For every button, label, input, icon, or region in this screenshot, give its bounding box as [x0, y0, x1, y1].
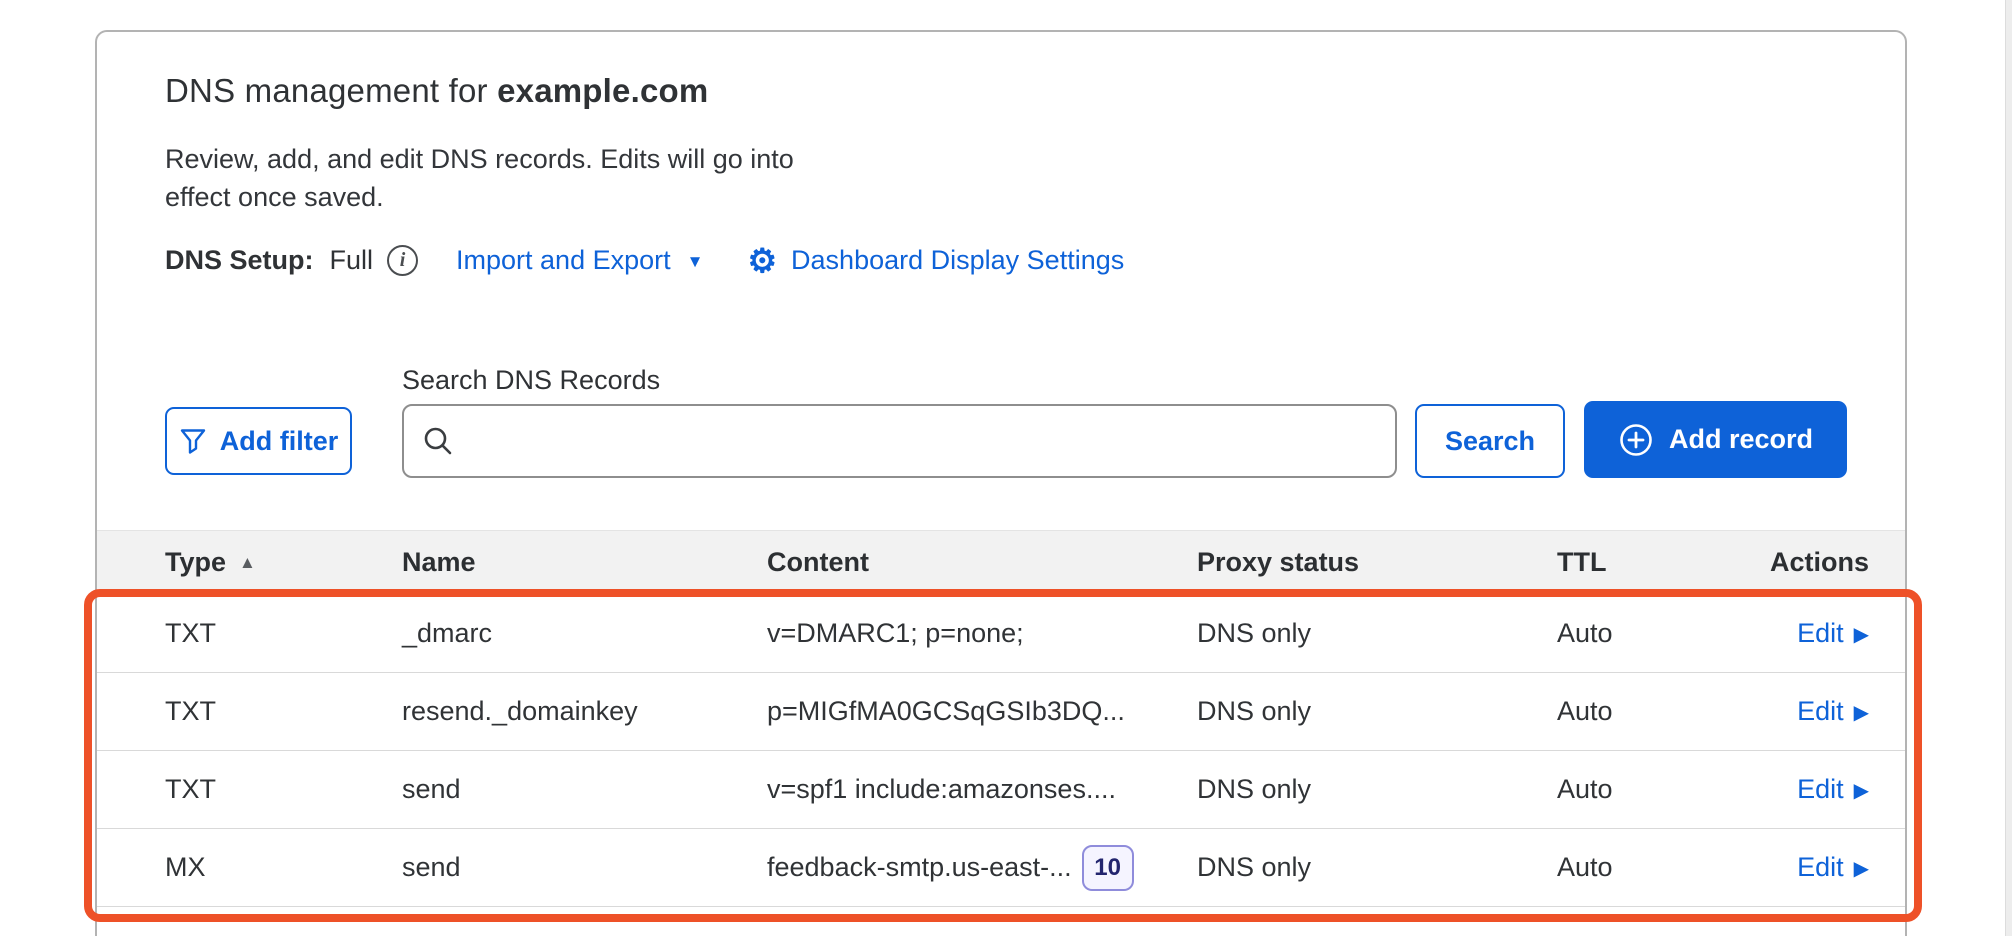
cell-type: MX [97, 852, 402, 883]
column-header-ttl[interactable]: TTL [1557, 547, 1757, 578]
cell-name: _dmarc [402, 618, 767, 649]
dashboard-display-settings-label: Dashboard Display Settings [791, 245, 1124, 276]
page-title-prefix: DNS management for [165, 72, 497, 109]
page-description: Review, add, and edit DNS records. Edits… [165, 140, 830, 217]
chevron-right-icon: ▶ [1854, 700, 1869, 725]
add-record-label: Add record [1669, 424, 1813, 455]
search-icon [422, 425, 454, 457]
column-header-type[interactable]: Type ▲ [97, 547, 402, 578]
table-row-send-txt: TXT send v=spf1 include:amazonses.... DN… [97, 750, 1905, 828]
cell-name: resend._domainkey [402, 696, 767, 727]
plus-circle-icon [1618, 422, 1654, 458]
edit-record-button[interactable]: Edit ▶ [1797, 696, 1869, 727]
sort-asc-icon: ▲ [239, 553, 256, 573]
import-export-label: Import and Export [456, 245, 671, 276]
info-icon[interactable]: i [387, 245, 418, 276]
dns-records-table: Type ▲ Name Content Proxy status TTL Act… [97, 530, 1905, 907]
column-header-proxy-status[interactable]: Proxy status [1197, 547, 1557, 578]
cell-ttl: Auto [1557, 618, 1757, 649]
table-row-send-mx: MX send feedback-smtp.us-east-... 10 DNS… [97, 828, 1905, 906]
cell-proxy-status: DNS only [1197, 852, 1557, 883]
cell-ttl: Auto [1557, 696, 1757, 727]
page-title: DNS management for example.com [165, 72, 708, 110]
cell-name: send [402, 774, 767, 805]
chevron-right-icon: ▶ [1854, 778, 1869, 803]
filter-funnel-icon [179, 427, 207, 455]
cell-content: feedback-smtp.us-east-... [767, 852, 1072, 883]
cell-proxy-status: DNS only [1197, 618, 1557, 649]
cell-content: v=DMARC1; p=none; [767, 618, 1024, 649]
gear-icon: ⚙ [747, 244, 777, 277]
table-row-dmarc: TXT _dmarc v=DMARC1; p=none; DNS only Au… [97, 594, 1905, 672]
cell-type: TXT [97, 774, 402, 805]
search-button[interactable]: Search [1415, 404, 1565, 478]
column-header-name[interactable]: Name [402, 547, 767, 578]
domain-name: example.com [497, 72, 708, 109]
edit-label: Edit [1797, 852, 1844, 883]
mx-priority-badge: 10 [1082, 845, 1134, 891]
add-filter-button[interactable]: Add filter [165, 407, 352, 475]
cell-type: TXT [97, 618, 402, 649]
page-edge-strip [2005, 0, 2012, 936]
edit-record-button[interactable]: Edit ▶ [1797, 852, 1869, 883]
add-filter-label: Add filter [220, 426, 339, 457]
column-header-type-label: Type [165, 547, 226, 578]
cell-proxy-status: DNS only [1197, 774, 1557, 805]
dashboard-display-settings-link[interactable]: ⚙ Dashboard Display Settings [747, 244, 1124, 277]
chevron-right-icon: ▶ [1854, 856, 1869, 881]
table-row-domainkey: TXT resend._domainkey p=MIGfMA0GCSqGSIb3… [97, 672, 1905, 750]
import-export-button[interactable]: Import and Export ▼ [456, 245, 703, 276]
dns-setup-label: DNS Setup: [165, 245, 314, 276]
cell-type: TXT [97, 696, 402, 727]
cell-ttl: Auto [1557, 852, 1757, 883]
search-input[interactable] [466, 426, 1377, 457]
cell-content: p=MIGfMA0GCSqGSIb3DQ... [767, 696, 1125, 727]
dns-management-card: DNS management for example.com Review, a… [95, 30, 1907, 936]
info-icon-glyph: i [400, 249, 406, 272]
search-input-wrapper [402, 404, 1397, 478]
edit-label: Edit [1797, 774, 1844, 805]
dns-setup-row: DNS Setup: Full i Import and Export ▼ ⚙ … [165, 244, 1124, 277]
search-records-label: Search DNS Records [402, 365, 660, 396]
edit-record-button[interactable]: Edit ▶ [1797, 774, 1869, 805]
cell-ttl: Auto [1557, 774, 1757, 805]
edit-record-button[interactable]: Edit ▶ [1797, 618, 1869, 649]
edit-label: Edit [1797, 618, 1844, 649]
add-record-button[interactable]: Add record [1584, 401, 1847, 478]
column-header-content[interactable]: Content [767, 547, 1197, 578]
caret-down-icon: ▼ [687, 252, 704, 272]
dns-setup-value: Full [330, 245, 374, 276]
table-header-row: Type ▲ Name Content Proxy status TTL Act… [97, 530, 1905, 594]
edit-label: Edit [1797, 696, 1844, 727]
cell-proxy-status: DNS only [1197, 696, 1557, 727]
cell-name: send [402, 852, 767, 883]
cell-content: v=spf1 include:amazonses.... [767, 774, 1116, 805]
dns-management-page: DNS management for example.com Review, a… [0, 0, 2012, 936]
chevron-right-icon: ▶ [1854, 622, 1869, 647]
column-header-actions: Actions [1757, 547, 1905, 578]
